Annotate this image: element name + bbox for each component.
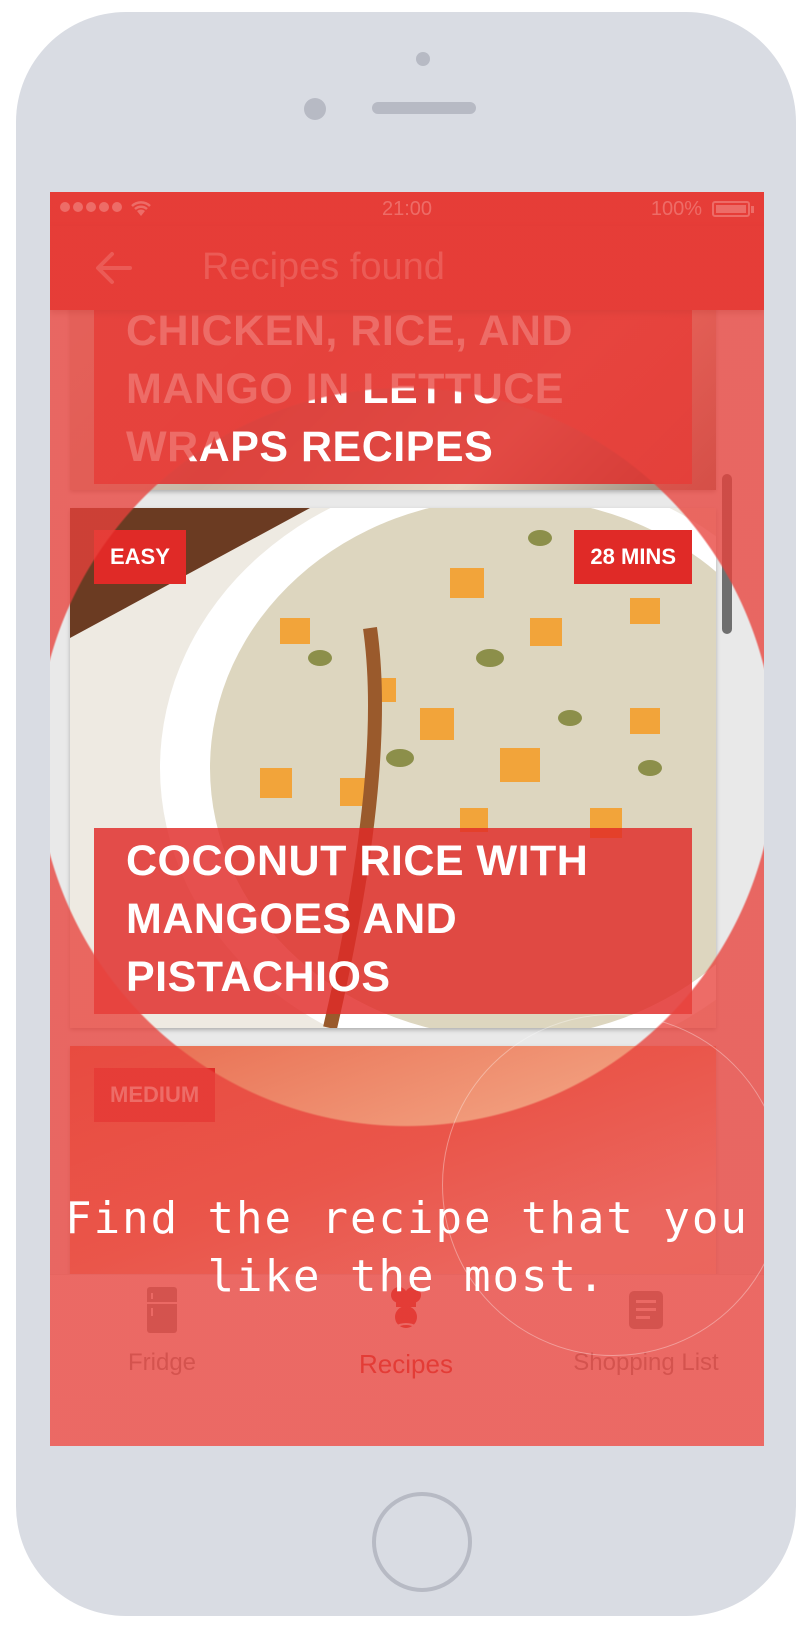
cook-time-badge: 28 MINS	[574, 530, 692, 584]
difficulty-badge: EASY	[94, 530, 186, 584]
speaker-grille	[372, 102, 476, 114]
page-title: Recipes found	[202, 246, 445, 288]
scrollbar[interactable]	[722, 474, 732, 634]
front-camera	[304, 98, 326, 120]
difficulty-badge: MEDIUM	[94, 1068, 216, 1122]
app-bar: Recipes found	[50, 226, 764, 310]
recipe-title: CHICKEN, RICE, AND MANGO IN LETTUCE WRAP…	[94, 310, 692, 484]
recipe-title: COCONUT RICE WITH MANGOES AND PISTACHIOS	[94, 828, 692, 1014]
battery-icon	[712, 201, 754, 217]
battery-percent: 100%	[650, 198, 702, 220]
home-button[interactable]	[372, 1492, 472, 1592]
nav-label: Fridge	[127, 1349, 197, 1376]
screen: 21:00 100% Recipes found CHICKEN, RICE, …	[50, 192, 764, 1446]
nav-label: Recipes	[359, 1349, 453, 1379]
onboarding-hint: Find the recipe that you like the most.	[65, 1193, 749, 1302]
recipe-card[interactable]: EASY 28 MINS COCONUT RICE WITH MANGOES A…	[70, 508, 716, 1028]
camera-dot	[416, 52, 430, 66]
status-bar: 21:00 100%	[50, 192, 764, 226]
back-arrow-icon[interactable]	[94, 250, 134, 286]
nav-label: Shopping List	[573, 1349, 719, 1376]
recipe-card[interactable]: CHICKEN, RICE, AND MANGO IN LETTUCE WRAP…	[70, 310, 716, 490]
